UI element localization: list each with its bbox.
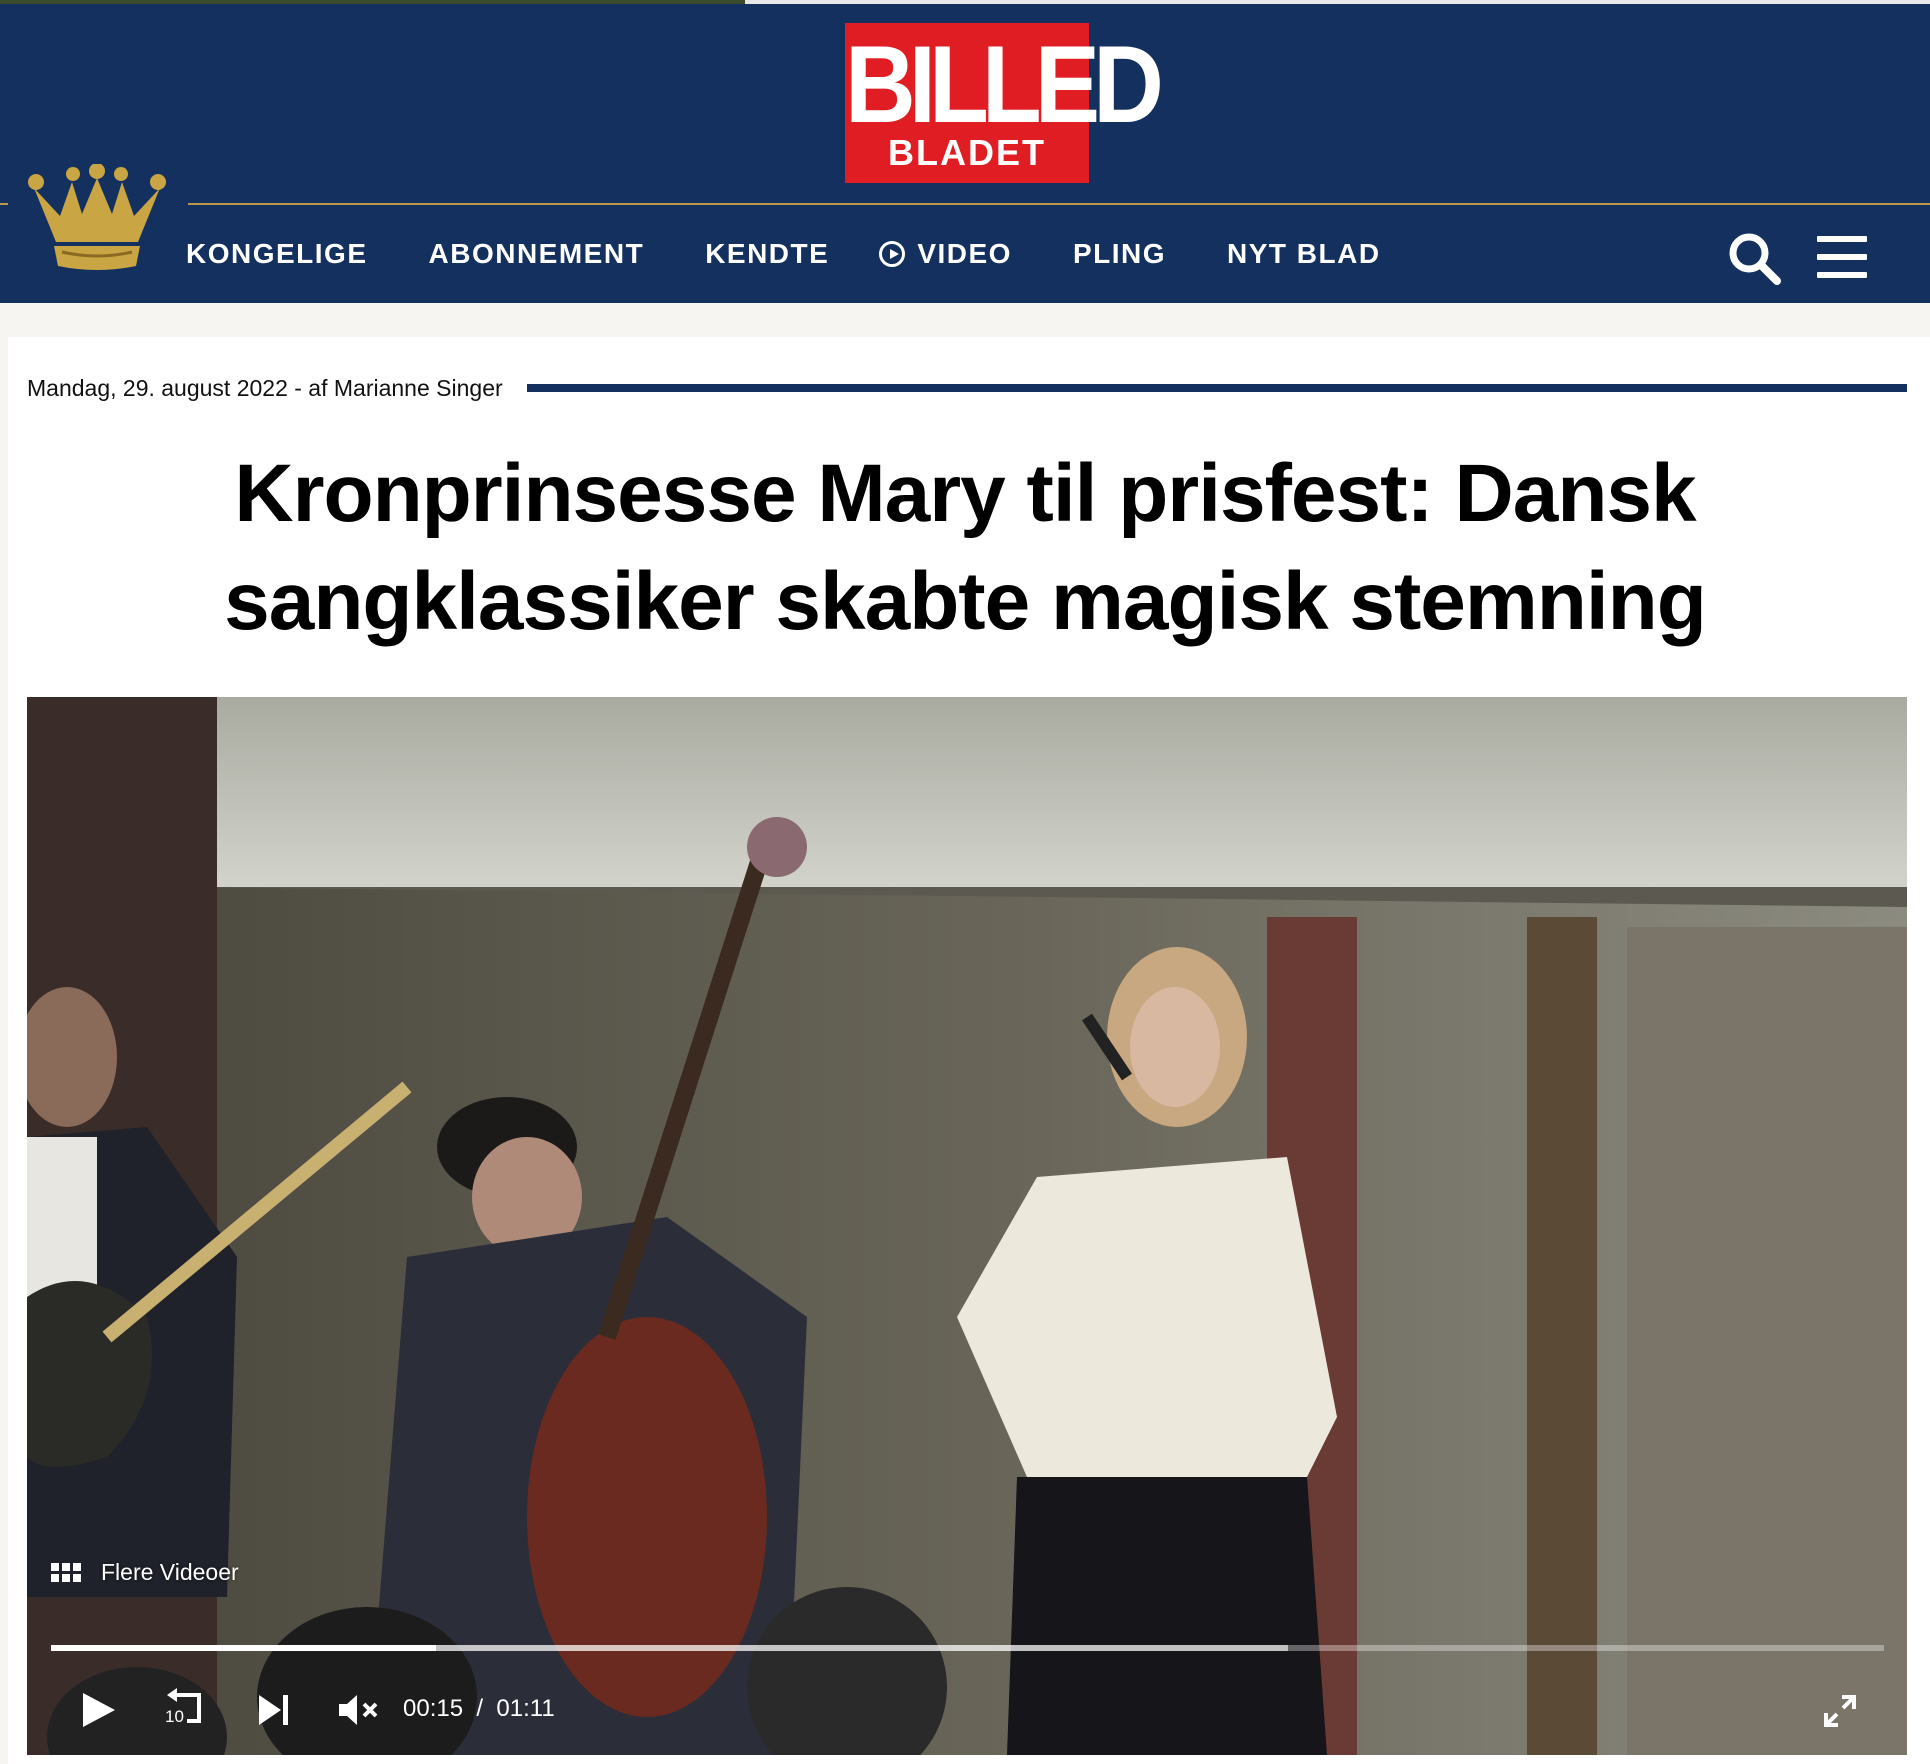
duration: 01:11	[496, 1695, 555, 1722]
site-header: BILLED BLADET KONGELIGE ABONNEMENT KENDT…	[0, 4, 1930, 303]
nav-item-kendte[interactable]: KENDTE	[705, 238, 829, 270]
replay-seconds-label: 10	[165, 1707, 184, 1726]
time-display: 00:15 / 01:11	[403, 1695, 555, 1723]
logo-line1: BILLED	[845, 22, 1164, 146]
current-time: 00:15	[403, 1695, 464, 1722]
nav-label: NYT BLAD	[1227, 238, 1381, 269]
billed-bladet-logo[interactable]: BILLED BLADET	[845, 22, 1164, 183]
meta-rule	[527, 384, 1907, 392]
play-icon[interactable]	[81, 1691, 117, 1729]
video-progress-bar[interactable]	[51, 1645, 1884, 1651]
article-meta: Mandag, 29. august 2022 - af Marianne Si…	[27, 375, 503, 401]
fullscreen-icon[interactable]	[1822, 1693, 1858, 1729]
video-player[interactable]: Flere Videoer 10 00:15 / 01:11	[27, 697, 1907, 1755]
nav-label: ABONNEMENT	[428, 238, 645, 269]
gold-divider	[188, 203, 1930, 205]
nav-item-nyt-blad[interactable]: NYT BLAD	[1227, 238, 1381, 270]
more-videos-button[interactable]: Flere Videoer	[51, 1559, 239, 1586]
gold-divider-left	[0, 203, 8, 205]
mute-icon[interactable]	[337, 1693, 381, 1727]
nav-label: VIDEO	[917, 238, 1012, 269]
nav-item-pling[interactable]: PLING	[1073, 238, 1166, 270]
nav-label: KONGELIGE	[186, 238, 368, 269]
video-frame	[27, 697, 1907, 1755]
skip-next-icon[interactable]	[257, 1693, 291, 1727]
nav-item-abonnement[interactable]: ABONNEMENT	[429, 238, 645, 270]
nav-label: PLING	[1072, 238, 1167, 269]
main-nav: KONGELIGE ABONNEMENT KENDTE VIDEO PLING …	[186, 232, 1442, 276]
crown-icon[interactable]	[26, 164, 168, 276]
nav-label: KENDTE	[705, 238, 830, 269]
search-icon[interactable]	[1726, 230, 1782, 286]
video-controls: 10 00:15 / 01:11	[27, 1685, 1907, 1735]
played-bar	[51, 1645, 436, 1651]
more-videos-label: Flere Videoer	[101, 1559, 239, 1585]
nav-item-kongelige[interactable]: KONGELIGE	[186, 238, 368, 270]
time-separator: /	[476, 1695, 484, 1722]
play-circle-icon	[879, 241, 906, 267]
replay-10-icon[interactable]: 10	[163, 1687, 209, 1731]
article-title: Kronprinsesse Mary til prisfest: Dansk s…	[224, 448, 1707, 647]
hamburger-menu-icon[interactable]	[1817, 236, 1867, 278]
nav-item-video[interactable]: VIDEO	[879, 238, 1012, 270]
grid-icon	[51, 1563, 81, 1582]
